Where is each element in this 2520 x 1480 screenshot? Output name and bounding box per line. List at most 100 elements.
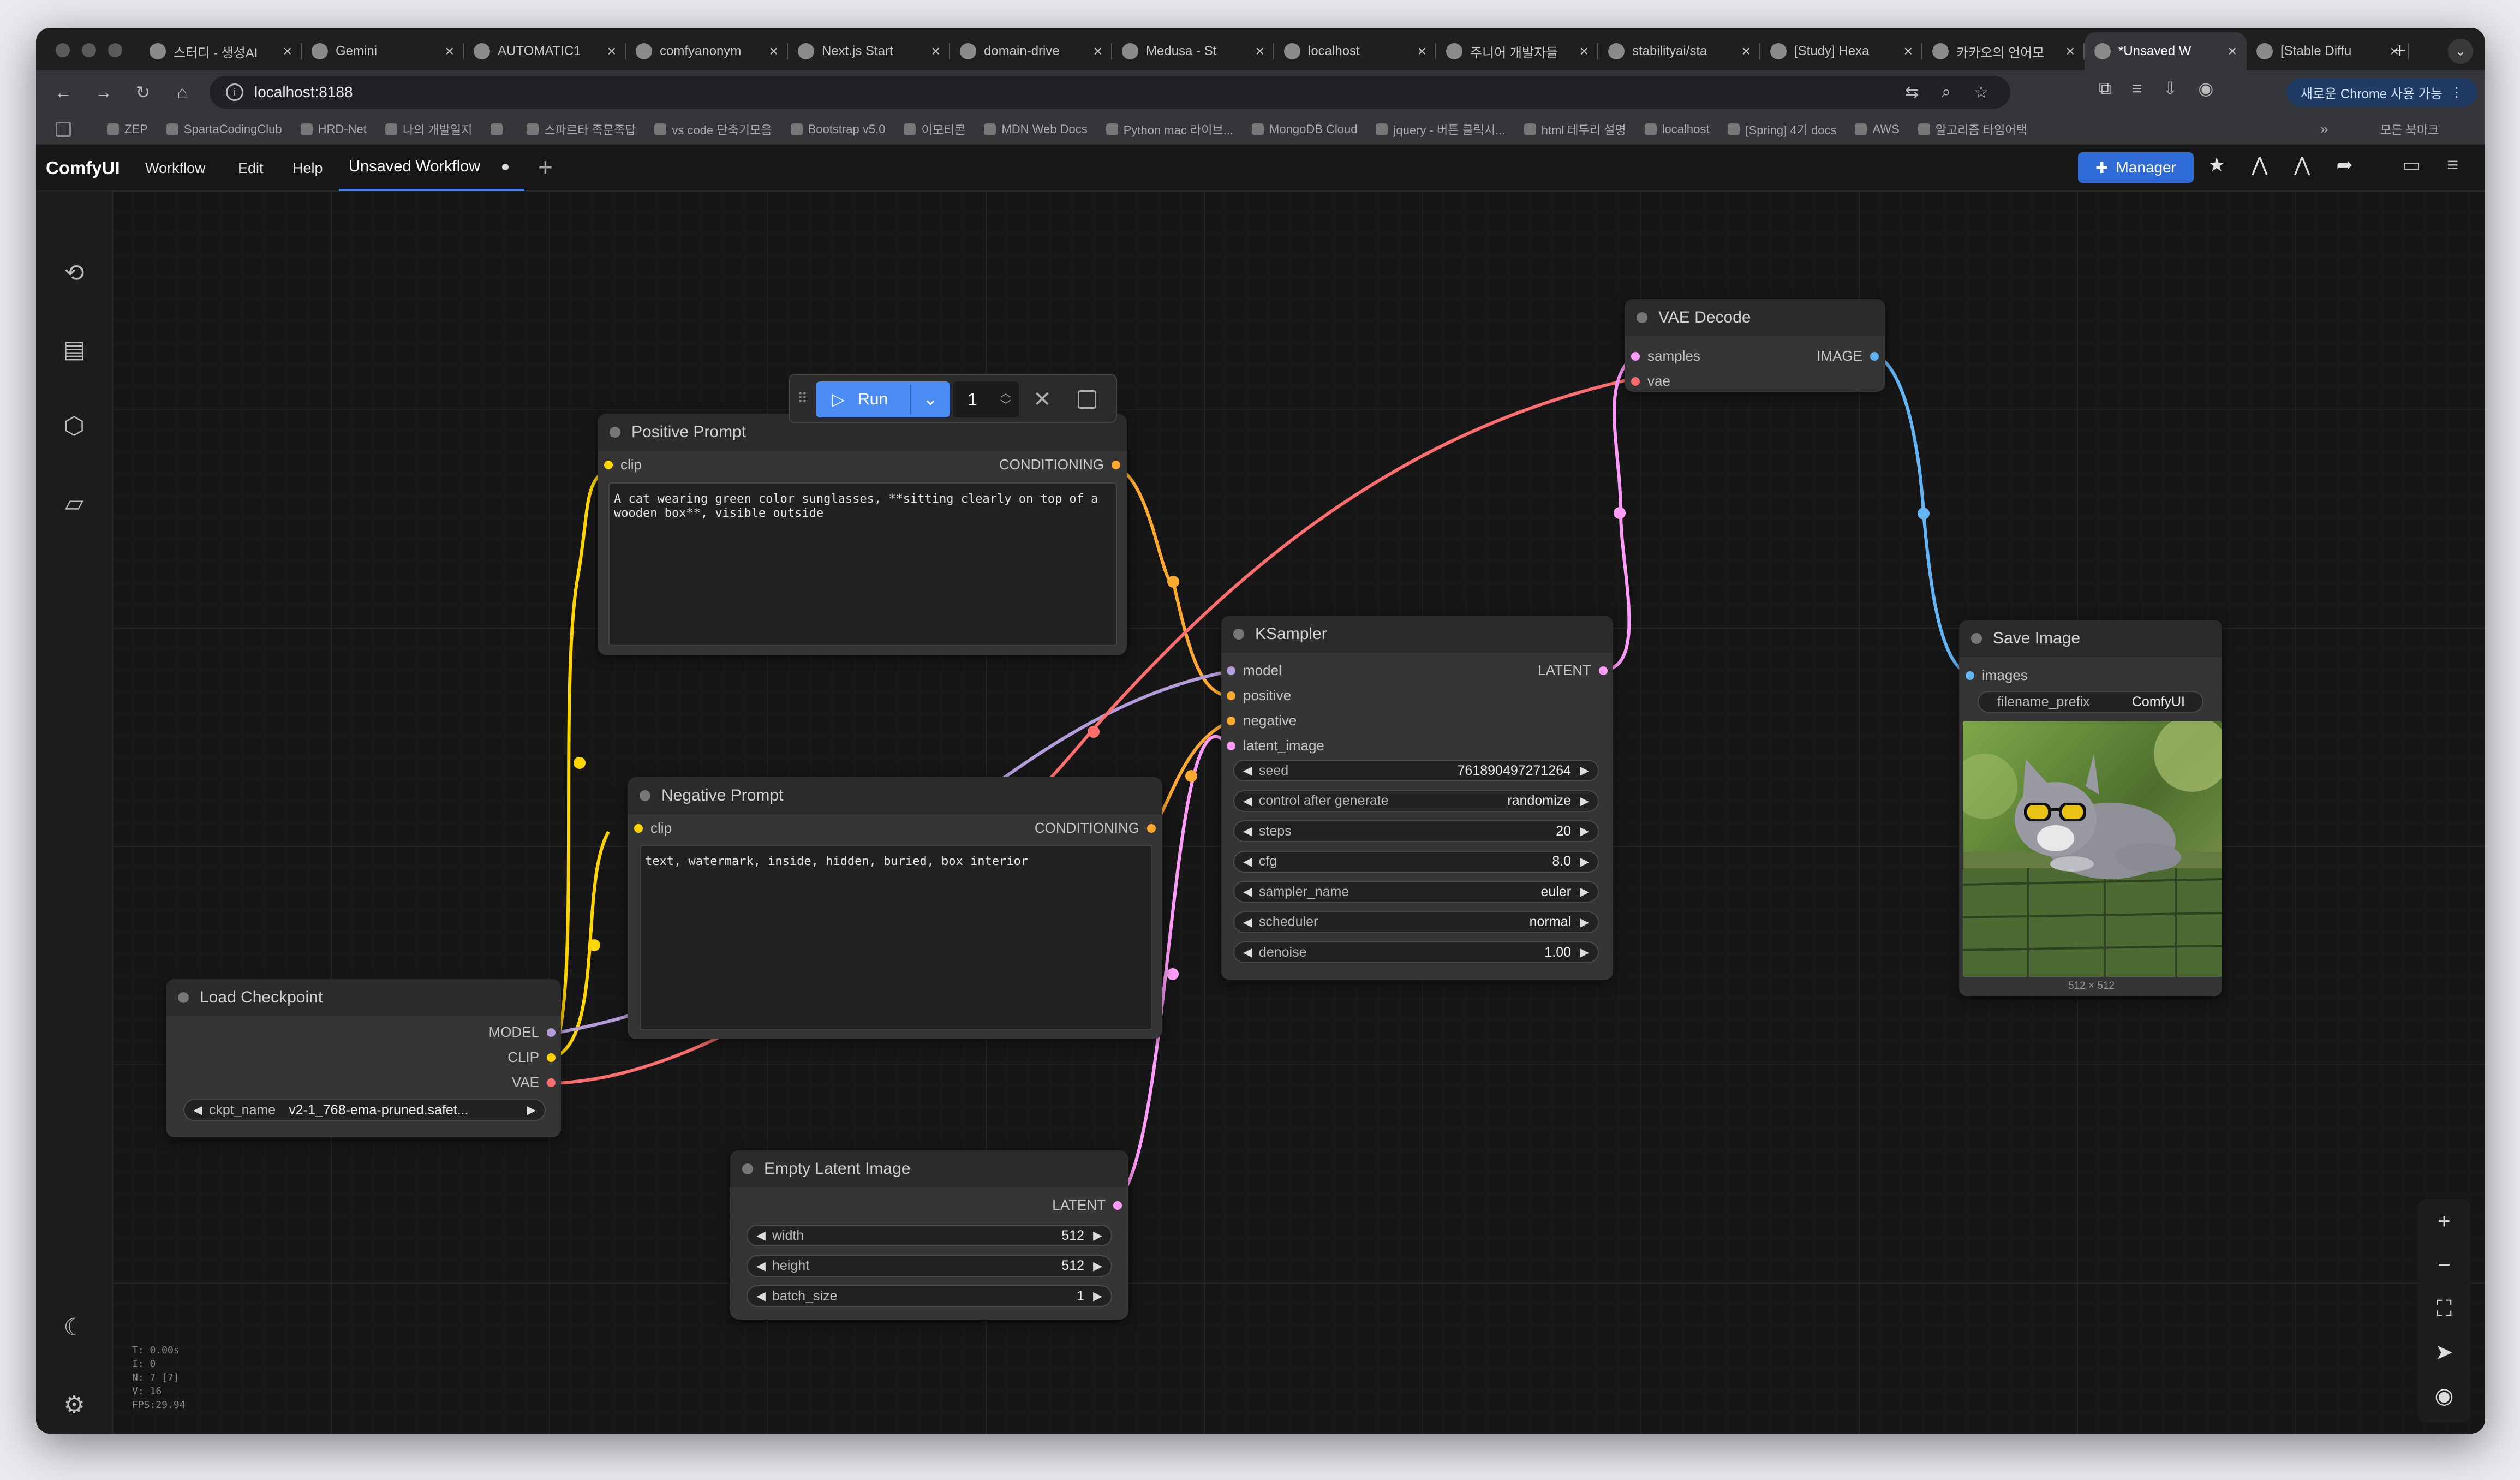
bookmark-item[interactable]: MongoDB Cloud	[1252, 122, 1357, 136]
input-clip[interactable]: clip	[634, 820, 672, 837]
increment-arrow-icon[interactable]: ▶	[1580, 855, 1589, 869]
input-port-icon[interactable]	[634, 823, 643, 833]
model-library-icon[interactable]: ⬡	[59, 410, 89, 441]
input-positive[interactable]: positive	[1227, 687, 1291, 704]
download-icon[interactable]: ⇩	[2163, 78, 2178, 99]
output-vae[interactable]: VAE	[512, 1074, 556, 1091]
vae-decode-node[interactable]: VAE Decode samples vae IMAGE	[1625, 299, 1885, 392]
share-icon[interactable]: ➦	[2336, 153, 2352, 176]
output-port-icon[interactable]	[1870, 351, 1879, 361]
input-port-icon[interactable]	[1227, 741, 1235, 750]
menu-edit[interactable]: Edit	[238, 160, 264, 177]
browser-tab[interactable]: domain-drive ×	[950, 32, 1112, 70]
decrement-arrow-icon[interactable]: ◀	[756, 1228, 766, 1243]
hamburger-icon[interactable]: ≡	[2447, 153, 2458, 176]
bookmark-item[interactable]: 나의 개발일지	[385, 121, 472, 138]
input-vae[interactable]: vae	[1631, 373, 1670, 390]
output-port-icon[interactable]	[1113, 1201, 1122, 1210]
model-icon[interactable]: ⋀	[2252, 153, 2268, 176]
stepper-arrows-icon[interactable]: ︿ ﹀	[1000, 387, 1011, 411]
back-icon[interactable]: ←	[50, 79, 76, 105]
increment-arrow-icon[interactable]: ▶	[1093, 1228, 1102, 1243]
browser-tab[interactable]: [Stable Diffu ×	[2247, 32, 2409, 70]
increment-arrow-icon[interactable]: ▶	[1580, 763, 1589, 778]
collapse-dot-icon[interactable]	[1233, 629, 1244, 640]
drag-handle-icon[interactable]: ⠿	[797, 390, 808, 407]
input-negative[interactable]: negative	[1227, 712, 1297, 729]
positive-prompt-node[interactable]: Positive Prompt clip CONDITIONING A cat …	[598, 414, 1127, 655]
collapse-dot-icon[interactable]	[1637, 312, 1647, 323]
input-clip[interactable]: clip	[604, 456, 642, 473]
prompt-textarea[interactable]: A cat wearing green color sunglasses, **…	[608, 482, 1117, 646]
widget-width[interactable]: ◀ width 512 ▶	[747, 1225, 1112, 1246]
increment-arrow-icon[interactable]: ▶	[1093, 1289, 1102, 1303]
output-port-icon[interactable]	[547, 1078, 556, 1087]
input-port-icon[interactable]	[1966, 671, 1974, 680]
browser-tab[interactable]: *Unsaved W ×	[2085, 32, 2247, 70]
bookmark-item[interactable]: Bootstrap v5.0	[790, 122, 885, 136]
select-mode-icon[interactable]: ➤	[2418, 1330, 2470, 1374]
output-latent[interactable]: LATENT	[1052, 1197, 1122, 1214]
empty-latent-node[interactable]: Empty Latent Image LATENT ◀ width 512 ▶ ◀ hei…	[730, 1150, 1128, 1320]
collapse-dot-icon[interactable]	[178, 992, 189, 1003]
input-port-icon[interactable]	[1631, 351, 1640, 361]
tab-close-icon[interactable]: ×	[1256, 43, 1264, 60]
tab-close-icon[interactable]: ×	[2228, 43, 2237, 60]
ksampler-node[interactable]: KSampler model positive negative latent_…	[1221, 616, 1613, 980]
collapse-dot-icon[interactable]	[742, 1163, 753, 1174]
bookmark-item[interactable]: 이모티콘	[904, 121, 965, 138]
bookmark-item[interactable]: AWS	[1855, 122, 1900, 136]
browser-tab[interactable]: [Study] Hexa ×	[1760, 32, 1922, 70]
reading-list-icon[interactable]: ≡	[2132, 79, 2142, 99]
node-header[interactable]: Load Checkpoint	[166, 979, 561, 1016]
widget-steps[interactable]: ◀ steps 20 ▶	[1233, 820, 1599, 842]
widget-control-after-generate[interactable]: ◀ control after generate randomize ▶	[1233, 790, 1599, 812]
fit-view-icon[interactable]: ⛶	[2418, 1287, 2470, 1330]
bookmark-item[interactable]: 알고리즘 타임어택	[1918, 121, 2027, 138]
workflow-tab[interactable]: Unsaved Workflow	[339, 145, 524, 191]
input-port-icon[interactable]	[604, 460, 613, 469]
input-port-icon[interactable]	[1227, 716, 1235, 725]
url-text[interactable]: localhost:8188	[254, 83, 353, 101]
chrome-update-button[interactable]: 새로운 Chrome 사용 가능 ⋮	[2286, 78, 2477, 106]
output-image[interactable]: IMAGE	[1817, 348, 1879, 365]
menu-help[interactable]: Help	[292, 160, 323, 177]
decrement-arrow-icon[interactable]: ◀	[193, 1103, 202, 1117]
tab-close-icon[interactable]: ×	[2066, 43, 2075, 60]
panel-toggle-icon[interactable]: ▭	[2402, 153, 2421, 176]
output-port-icon[interactable]	[547, 1028, 556, 1037]
reload-icon[interactable]: ↻	[130, 79, 156, 105]
tab-close-icon[interactable]: ×	[1418, 43, 1426, 60]
widget-cfg[interactable]: ◀ cfg 8.0 ▶	[1233, 850, 1599, 873]
theme-moon-icon[interactable]: ☾	[59, 1312, 89, 1342]
zoom-icon[interactable]: ⌕	[1942, 83, 1951, 102]
home-icon[interactable]: ⌂	[169, 79, 195, 105]
increment-arrow-icon[interactable]: ▶	[1580, 885, 1589, 899]
tab-close-icon[interactable]: ×	[769, 43, 778, 60]
bookmark-item[interactable]: ZEP	[107, 122, 148, 136]
star-icon[interactable]: ★	[2208, 153, 2225, 176]
tab-close-icon[interactable]: ×	[607, 43, 616, 60]
output-port-icon[interactable]	[547, 1053, 556, 1062]
node-header[interactable]: Save Image	[1959, 620, 2222, 657]
apps-grid-icon[interactable]	[56, 122, 71, 137]
bookmark-item[interactable]: 스파르타 족문족답	[527, 121, 636, 138]
widget-height[interactable]: ◀ height 512 ▶	[747, 1255, 1112, 1277]
input-latent-image[interactable]: latent_image	[1227, 737, 1324, 754]
bookmark-item[interactable]: SpartaCodingClub	[166, 122, 282, 136]
zoom-dot[interactable]	[108, 43, 122, 57]
close-dot[interactable]	[56, 43, 70, 57]
output-clip[interactable]: CLIP	[507, 1049, 556, 1066]
browser-tab[interactable]: stabilityai/sta ×	[1598, 32, 1760, 70]
translate-icon[interactable]: ⇆	[1905, 83, 1919, 102]
run-toolbar[interactable]: ⠿ ▷ Run ⌄ 1 ︿ ﹀ ✕	[789, 374, 1117, 423]
new-tab-button[interactable]: +	[2393, 39, 2406, 63]
output-conditioning[interactable]: CONDITIONING	[999, 456, 1120, 473]
bookmark-item[interactable]	[491, 123, 508, 135]
zoom-out-icon[interactable]: −	[2418, 1243, 2470, 1287]
node-header[interactable]: VAE Decode	[1625, 299, 1885, 336]
bookmark-item[interactable]: jquery - 버튼 클릭시...	[1376, 121, 1506, 138]
bookmarks-overflow-icon[interactable]: »	[2320, 121, 2328, 138]
tab-close-icon[interactable]: ×	[1742, 43, 1751, 60]
increment-arrow-icon[interactable]: ▶	[1580, 945, 1589, 959]
